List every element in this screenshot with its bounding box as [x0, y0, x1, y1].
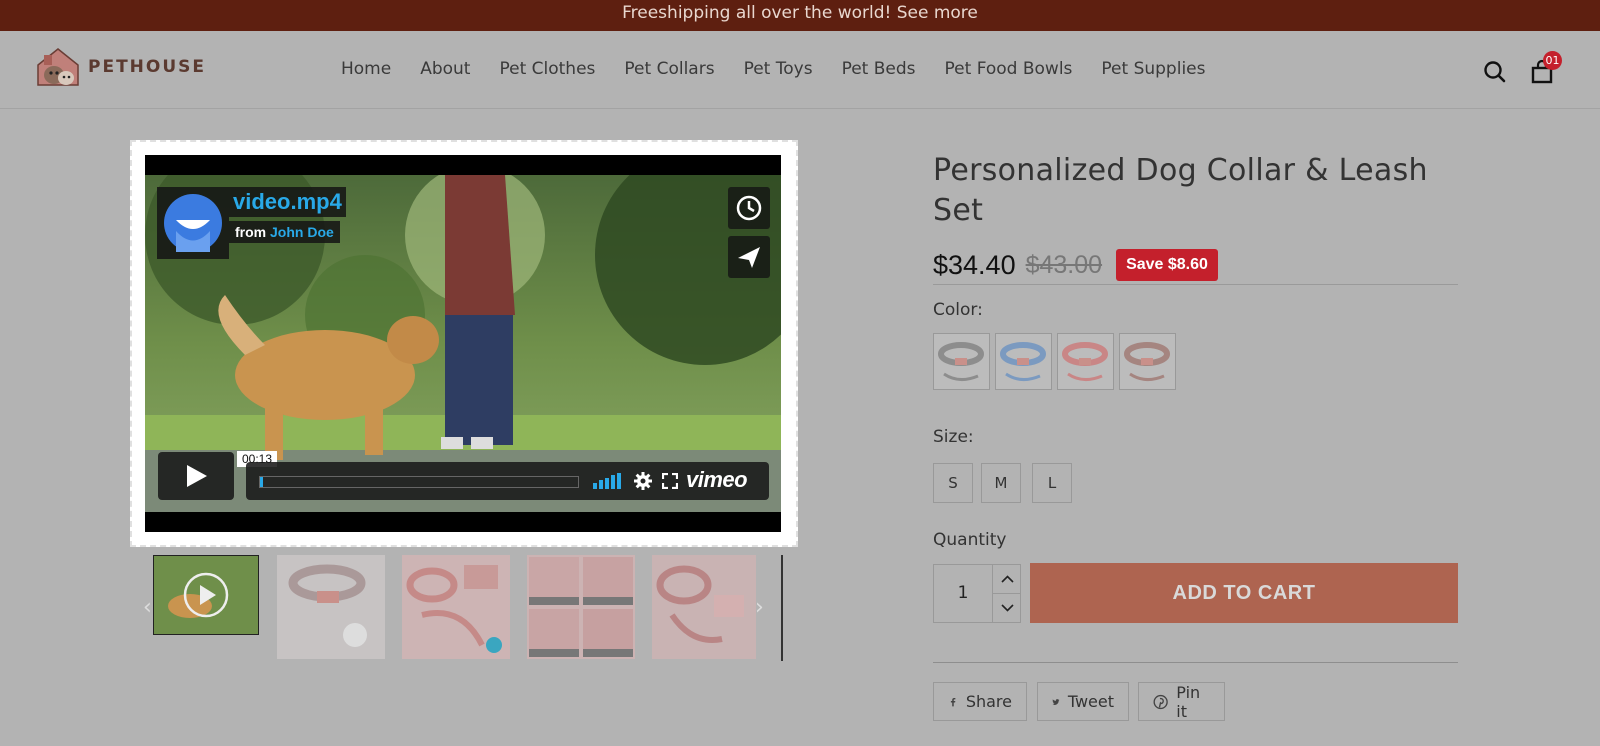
quantity-input[interactable]: 1	[934, 565, 992, 622]
quantity-decrease-button[interactable]	[992, 594, 1021, 622]
thumb-strip-edge	[781, 555, 783, 661]
nav-pet-beds[interactable]: Pet Beds	[842, 59, 916, 79]
thumbnail-collar-grey[interactable]	[277, 555, 385, 659]
product-info: Personalized Dog Collar & Leash Set $34.…	[933, 151, 1458, 721]
logo-house-icon	[37, 48, 79, 86]
save-badge: Save $8.60	[1116, 249, 1218, 281]
grey-collar-swatch-image	[938, 342, 984, 381]
nav-pet-toys[interactable]: Pet Toys	[744, 59, 813, 79]
color-swatch-brown[interactable]	[1119, 333, 1176, 390]
search-icon[interactable]	[1482, 59, 1508, 85]
play-button[interactable]	[158, 452, 234, 500]
video-progress-fill	[260, 477, 264, 487]
video-thumb-play-icon	[154, 556, 258, 634]
cart-count-badge: 01	[1543, 51, 1562, 70]
settings-gear-icon[interactable]	[634, 472, 652, 490]
main-nav: Home About Pet Clothes Pet Collars Pet T…	[341, 59, 1206, 79]
announcement-text[interactable]: Freeshipping all over the world! See mor…	[622, 3, 978, 23]
size-option-m[interactable]: M	[981, 463, 1021, 503]
thumbnail-collar-details[interactable]	[527, 555, 635, 659]
thumb-prev-arrow-icon[interactable]: ‹	[143, 595, 152, 620]
brand-logo[interactable]: PETHOUSE	[34, 45, 206, 89]
color-swatch-grey[interactable]	[933, 333, 990, 390]
fullscreen-icon[interactable]	[662, 473, 678, 489]
thumbnail-collar-pink[interactable]	[402, 555, 510, 659]
add-to-cart-button[interactable]: ADD TO CART	[1030, 563, 1458, 623]
nav-about[interactable]: About	[420, 59, 470, 79]
quantity-label: Quantity	[933, 530, 1007, 550]
paper-plane-icon	[738, 247, 760, 268]
blue-collar-swatch-image	[1000, 342, 1046, 381]
share-facebook-button[interactable]: Share	[933, 682, 1027, 721]
video-byline: from John Doe	[229, 221, 340, 243]
nav-pet-food-bowls[interactable]: Pet Food Bowls	[945, 59, 1073, 79]
nav-home[interactable]: Home	[341, 59, 391, 79]
collar-detail-image	[527, 555, 635, 659]
site-header: PETHOUSE Home About Pet Clothes Pet Coll…	[0, 31, 1600, 109]
compare-price: $43.00	[1025, 250, 1103, 279]
video-title-link[interactable]: video.mp4	[229, 187, 346, 217]
collar-product-image	[402, 555, 510, 659]
size-label: Size:	[933, 427, 974, 447]
brand-name: PETHOUSE	[88, 57, 207, 77]
product-media-frame: video.mp4 from John Doe 00:13 vimeo	[130, 140, 798, 547]
play-icon	[187, 465, 207, 487]
announcement-bar[interactable]: Freeshipping all over the world! See mor…	[0, 0, 1600, 31]
product-price: $34.40	[933, 249, 1016, 280]
chevron-down-icon	[1001, 604, 1014, 612]
quantity-stepper: 1	[933, 564, 1021, 623]
share-label: Pin it	[1176, 682, 1201, 721]
thumbnail-leash-set[interactable]	[652, 555, 756, 659]
thumbnail-video[interactable]	[153, 555, 259, 635]
share-video-button[interactable]	[728, 236, 770, 278]
vimeo-user-avatar[interactable]	[157, 187, 229, 259]
share-label: Share	[965, 692, 1012, 711]
color-label: Color:	[933, 300, 983, 320]
product-title: Personalized Dog Collar & Leash Set	[933, 153, 1428, 228]
brown-collar-swatch-image	[1124, 342, 1170, 381]
nav-pet-supplies[interactable]: Pet Supplies	[1101, 59, 1205, 79]
vimeo-logo[interactable]: vimeo	[686, 467, 748, 493]
quantity-increase-button[interactable]	[992, 565, 1021, 594]
video-progress-bar[interactable]	[259, 476, 579, 488]
share-label: Tweet	[1067, 692, 1114, 711]
size-option-l[interactable]: L	[1032, 463, 1072, 503]
leash-product-image	[652, 555, 756, 659]
video-control-bar: vimeo	[246, 462, 769, 500]
pink-collar-swatch-image	[1062, 342, 1108, 381]
volume-icon[interactable]	[593, 473, 623, 489]
collar-product-image	[277, 555, 385, 659]
video-author-link[interactable]: John Doe	[270, 224, 334, 240]
color-swatch-blue[interactable]	[995, 333, 1052, 390]
watch-later-button[interactable]	[728, 187, 770, 229]
divider	[933, 284, 1458, 285]
clock-icon	[736, 195, 762, 221]
chevron-up-icon	[1001, 575, 1014, 583]
video-from-prefix: from	[235, 224, 267, 240]
thumbnail-strip: ‹ ›	[143, 555, 783, 661]
facebook-icon	[950, 697, 956, 706]
nav-pet-collars[interactable]: Pet Collars	[624, 59, 714, 79]
pinterest-icon	[1153, 694, 1168, 709]
nav-pet-clothes[interactable]: Pet Clothes	[499, 59, 595, 79]
divider	[933, 662, 1458, 663]
price-row: $34.40 $43.00 Save $8.60	[933, 249, 1218, 281]
color-swatch-pink[interactable]	[1057, 333, 1114, 390]
thumb-next-arrow-icon[interactable]: ›	[755, 595, 764, 620]
size-option-s[interactable]: S	[933, 463, 973, 503]
twitter-icon	[1052, 698, 1060, 705]
share-twitter-button[interactable]: Tweet	[1037, 682, 1129, 721]
share-pinterest-button[interactable]: Pin it	[1138, 682, 1225, 721]
video-player[interactable]: video.mp4 from John Doe 00:13 vimeo	[145, 155, 781, 532]
avatar-smile-icon	[164, 194, 222, 252]
